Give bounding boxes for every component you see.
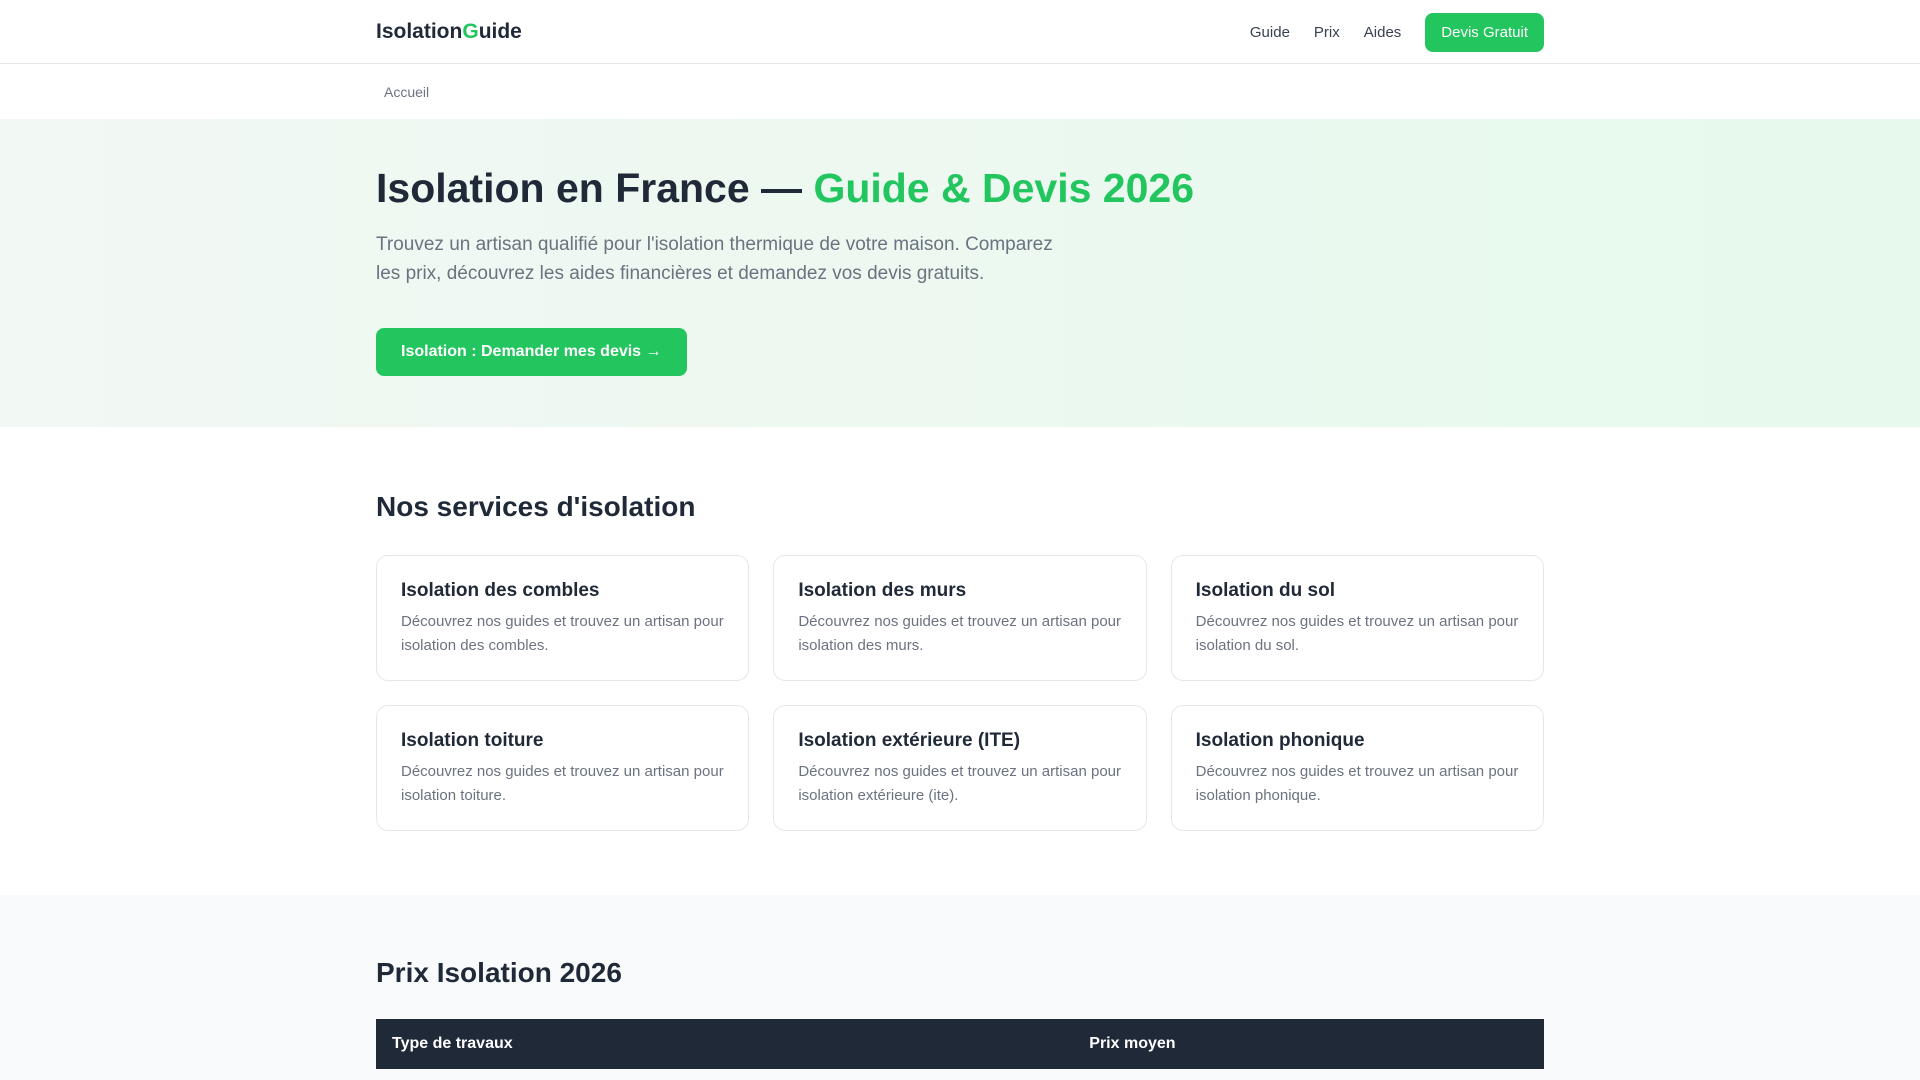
services-section: Nos services d'isolation Isolation des c… xyxy=(0,427,1920,895)
logo-text: Isolation xyxy=(376,20,463,43)
title-main: Isolation en France — xyxy=(376,165,814,211)
logo-text-end: uide xyxy=(478,20,522,43)
service-card-title: Isolation toiture xyxy=(401,730,544,751)
services-title: Nos services d'isolation xyxy=(376,491,696,522)
main-nav: Guide Prix Aides Devis Gratuit xyxy=(1250,12,1544,52)
service-card-text: Découvrez nos guides et trouvez un artis… xyxy=(798,763,1122,804)
prices-section: Prix Isolation 2026 Type de travaux Prix… xyxy=(0,895,1920,1080)
devis-gratuit-button[interactable]: Devis Gratuit xyxy=(1425,12,1544,52)
services-grid: Isolation des combles Découvrez nos guide… xyxy=(376,555,1544,831)
breadcrumb: Accueil xyxy=(376,64,1544,119)
service-card-title: Isolation phonique xyxy=(1195,730,1365,751)
site-header: IsolationGuide Guide Prix Aides Devis Gr… xyxy=(0,0,1920,64)
logo[interactable]: IsolationGuide xyxy=(376,20,522,44)
hero-subtitle: Trouvez un artisan qualifié pour l'isola… xyxy=(376,234,1053,284)
service-card-title: Isolation extérieure (ITE) xyxy=(798,730,1021,751)
prices-table: Type de travaux Prix moyen xyxy=(376,1019,1544,1069)
service-card-text: Découvrez nos guides et trouvez un artis… xyxy=(401,613,724,654)
service-card[interactable]: Isolation toiture Découvrez nos guides et… xyxy=(376,705,750,831)
request-quotes-button[interactable]: Isolation : Demander mes devis → xyxy=(376,328,687,376)
column-header-price: Prix moyen xyxy=(1073,1019,1544,1069)
column-header-type: Type de travaux xyxy=(376,1019,1074,1069)
hero: Isolation en France — Guide & Devis 2026… xyxy=(0,119,1920,427)
service-card[interactable]: Isolation phonique Découvrez nos guides e… xyxy=(1170,705,1544,831)
service-card[interactable]: Isolation des combles Découvrez nos guide… xyxy=(376,555,750,681)
nav-aides[interactable]: Aides xyxy=(1364,24,1402,41)
title-accent: Guide & Devis 2026 xyxy=(813,165,1195,211)
service-card-text: Découvrez nos guides et trouvez un artis… xyxy=(798,613,1122,654)
service-card[interactable]: Isolation extérieure (ITE) Découvrez nos … xyxy=(773,705,1147,831)
service-card-title: Isolation des combles xyxy=(401,580,600,601)
nav-prix[interactable]: Prix xyxy=(1314,24,1340,41)
service-card-title: Isolation du sol xyxy=(1195,580,1335,601)
service-card-title: Isolation des murs xyxy=(798,580,967,601)
breadcrumb-home[interactable]: Accueil xyxy=(384,84,429,100)
service-card[interactable]: Isolation des murs Découvrez nos guides e… xyxy=(773,555,1147,681)
service-card-text: Découvrez nos guides et trouvez un artis… xyxy=(401,763,724,804)
service-card-text: Découvrez nos guides et trouvez un artis… xyxy=(1195,613,1519,654)
nav-guide[interactable]: Guide xyxy=(1250,24,1290,41)
page-title: Isolation en France — Guide & Devis 2026 xyxy=(376,165,1544,212)
logo-accent: G xyxy=(462,20,479,43)
service-card-text: Découvrez nos guides et trouvez un artis… xyxy=(1195,763,1519,804)
service-card[interactable]: Isolation du sol Découvrez nos guides et … xyxy=(1170,555,1544,681)
prices-title: Prix Isolation 2026 xyxy=(376,957,622,988)
